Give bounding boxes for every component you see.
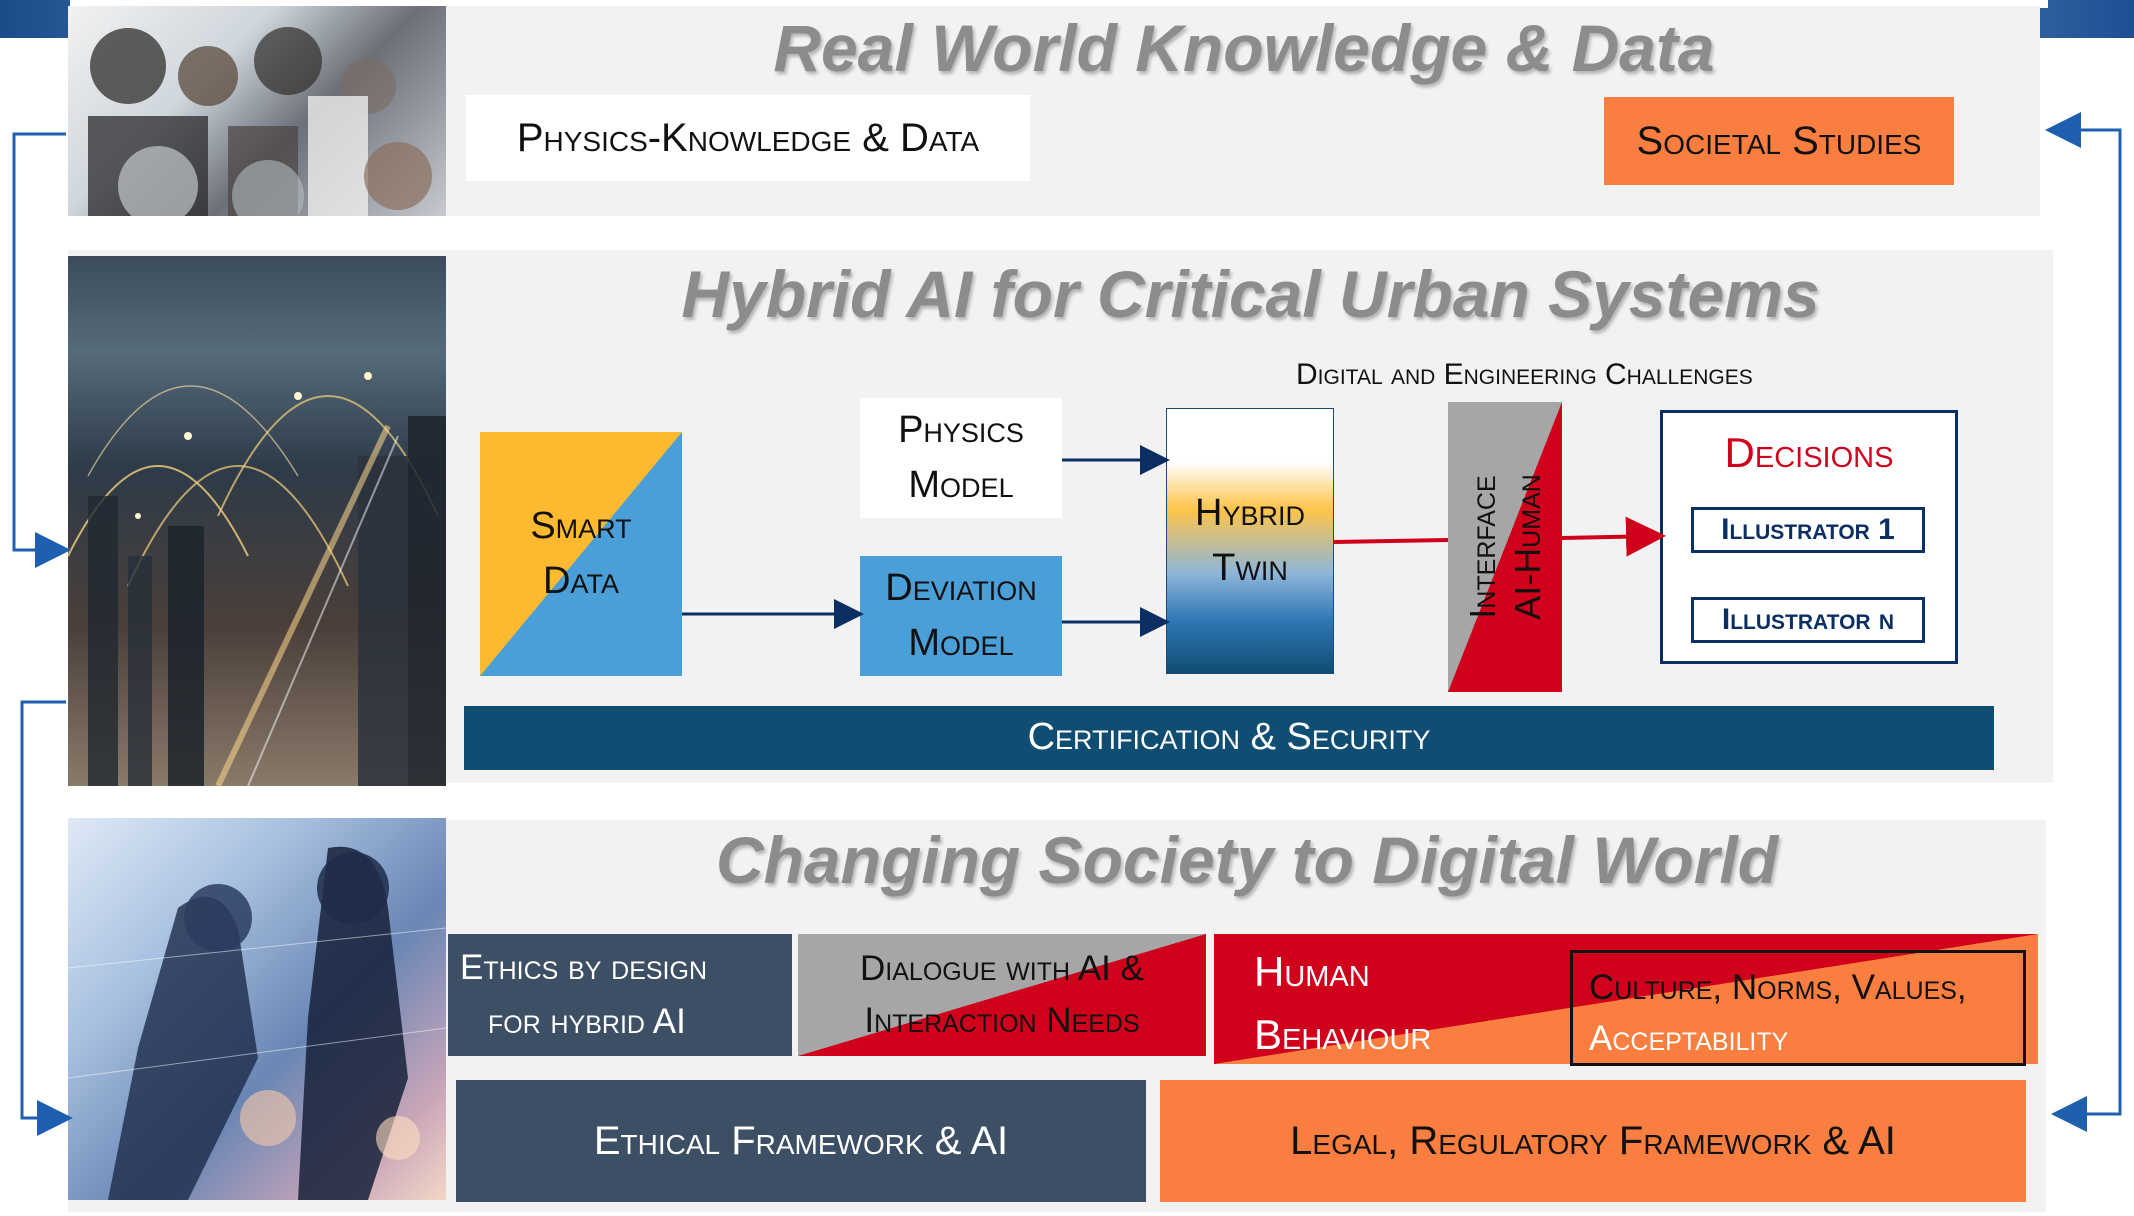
photo-city-art xyxy=(68,372,446,786)
dialogue-line2: Interaction Needs xyxy=(864,1001,1140,1040)
smart-data-line2: Data xyxy=(543,560,619,602)
societal-studies-label: Societal Studies xyxy=(1636,119,1922,163)
box-smart-data: Smart Data xyxy=(480,432,682,676)
box-decisions: Decisions Illustrator 1 Illustrator n xyxy=(1660,410,1958,664)
illustrator-n-label: Illustrator n xyxy=(1721,603,1895,636)
photo-people-art xyxy=(68,846,446,1200)
bar-certification-security: Certification & Security xyxy=(464,706,1994,770)
photo-city-night xyxy=(68,256,446,786)
deviation-model-line2: Model xyxy=(908,622,1014,664)
ethical-framework-label: Ethical Framework & AI xyxy=(593,1119,1009,1163)
ethics-line1: Ethics by design xyxy=(460,947,707,987)
hybrid-twin-line1: Hybrid xyxy=(1195,491,1305,534)
smart-data-line1: Smart xyxy=(530,504,632,547)
dialogue-text: Dialogue with AI & Interaction Needs xyxy=(798,934,1206,1056)
loop-right xyxy=(2045,112,2122,1116)
section-title-hybrid-ai: Hybrid AI for Critical Urban Systems xyxy=(681,257,1820,331)
box-physics-knowledge: Physics-Knowledge & Data xyxy=(466,95,1030,181)
loop-left-top xyxy=(12,132,71,568)
smart-data-text: Smart Data xyxy=(480,432,682,676)
photo-crowd-art xyxy=(88,27,432,216)
human-behaviour-line1: Human xyxy=(1254,948,1370,995)
box-societal-studies: Societal Studies xyxy=(1604,97,1954,185)
box-interface-ai-human: Interface AI-Human xyxy=(1448,402,1562,692)
human-behaviour-text: Human Behaviour xyxy=(1254,940,1431,1066)
interface-line2: AI-Human xyxy=(1507,474,1548,620)
illustrator-n: Illustrator n xyxy=(1691,597,1925,643)
box-physics-model: Physics Model xyxy=(860,398,1062,518)
deviation-model-line1: Deviation xyxy=(885,566,1037,609)
section-title-changing-society: Changing Society to Digital World xyxy=(715,823,1779,897)
physics-knowledge-label: Physics-Knowledge & Data xyxy=(516,116,980,160)
box-dialogue-ai: Dialogue with AI & Interaction Needs xyxy=(798,934,1206,1056)
section-title-real-world: Real World Knowledge & Data xyxy=(773,11,1715,85)
label-challenges: Digital and Engineering Challenges xyxy=(1296,358,1753,391)
hybrid-twin-line2: Twin xyxy=(1212,547,1288,589)
decisions-title: Decisions xyxy=(1724,429,1894,476)
photo-crowd xyxy=(68,6,446,216)
human-behaviour-line2: Behaviour xyxy=(1254,1011,1432,1058)
box-legal-framework: Legal, Regulatory Framework & AI xyxy=(1160,1080,2026,1202)
dialogue-line1: Dialogue with AI & xyxy=(860,948,1144,988)
box-deviation-model: Deviation Model xyxy=(860,556,1062,676)
illustrator-1-label: Illustrator 1 xyxy=(1721,513,1895,546)
interface-text: Interface AI-Human xyxy=(1448,402,1562,692)
loop-left-bottom xyxy=(20,700,73,1136)
box-ethical-framework: Ethical Framework & AI xyxy=(456,1080,1146,1202)
physics-model-line2: Model xyxy=(908,464,1014,506)
certification-label: Certification & Security xyxy=(1027,716,1431,759)
culture-line1: Culture, Norms, Values, xyxy=(1589,968,1967,1007)
photo-people-digital xyxy=(68,818,446,1200)
legal-framework-label: Legal, Regulatory Framework & AI xyxy=(1290,1119,1896,1163)
illustrator-1: Illustrator 1 xyxy=(1691,507,1925,553)
box-ethics-by-design: Ethics by design for hybrid AI xyxy=(448,934,792,1056)
interface-line1: Interface xyxy=(1462,475,1503,619)
ethics-line2: for hybrid AI xyxy=(488,1002,686,1041)
culture-line2: Acceptability xyxy=(1589,1018,1789,1058)
physics-model-line1: Physics xyxy=(898,408,1024,451)
box-hybrid-twin: Hybrid Twin xyxy=(1166,408,1334,674)
box-culture-norms: Culture, Norms, Values, Acceptability xyxy=(1570,950,2026,1066)
